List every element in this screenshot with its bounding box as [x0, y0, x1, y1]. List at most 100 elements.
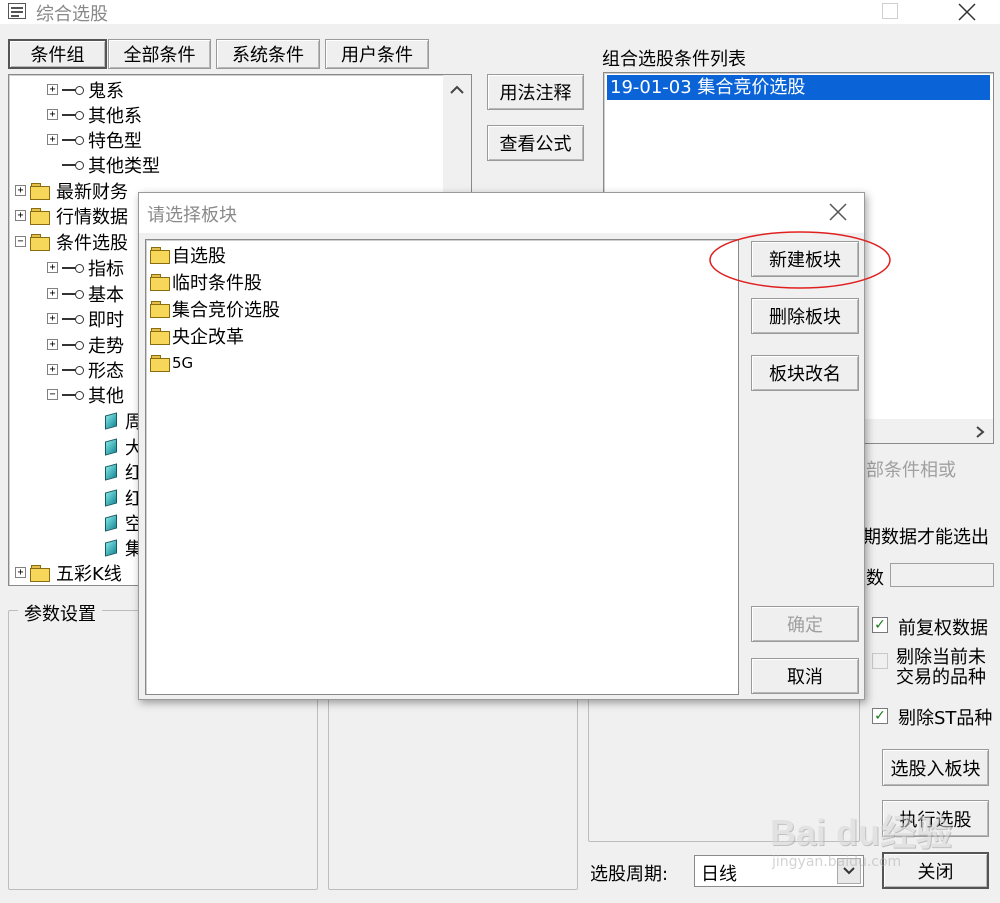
tree-item[interactable]: + 鬼系: [47, 77, 124, 102]
tree-folder[interactable]: + 最新财务: [15, 178, 128, 203]
condition-icon: [62, 110, 84, 120]
window-title: 综合选股: [36, 4, 108, 25]
block-item[interactable]: 央企改革: [150, 323, 244, 348]
condition-icon: [62, 289, 84, 299]
close-button[interactable]: 关闭: [882, 852, 989, 889]
dialog-title: 请选择板块: [147, 205, 237, 226]
tree-item[interactable]: + 基本: [47, 281, 124, 306]
tree-folder[interactable]: + 行情数据: [15, 203, 128, 228]
period-select[interactable]: 日线: [694, 855, 864, 887]
tab-condition-group[interactable]: 条件组: [8, 39, 107, 69]
delete-block-button[interactable]: 删除板块: [751, 298, 859, 334]
tree-item[interactable]: + 即时: [47, 306, 124, 331]
condition-icon: [62, 135, 84, 145]
formula-icon: [105, 411, 117, 430]
expand-icon[interactable]: +: [47, 313, 58, 324]
tab-all-conditions[interactable]: 全部条件: [108, 39, 211, 69]
folder-icon: [150, 354, 170, 372]
expand-icon[interactable]: +: [47, 364, 58, 375]
tree-item[interactable]: − 其他: [47, 382, 124, 407]
dialog-close-icon[interactable]: [827, 201, 849, 223]
expand-icon[interactable]: +: [15, 210, 26, 221]
new-block-button[interactable]: 新建板块: [751, 241, 859, 277]
pre-restore-checkbox[interactable]: ✓: [872, 617, 888, 633]
expand-icon[interactable]: +: [47, 288, 58, 299]
lower-right-pane: [588, 698, 860, 842]
condition-icon: [62, 390, 84, 400]
lower-middle-pane: [328, 698, 578, 890]
dropdown-arrow-icon[interactable]: [837, 858, 861, 884]
select-to-block-button[interactable]: 选股入板块: [882, 749, 989, 786]
count-field: [890, 563, 994, 587]
tree-item[interactable]: 其他类型: [62, 152, 160, 177]
condition-icon: [62, 85, 84, 95]
tree-item[interactable]: + 走势: [47, 332, 124, 357]
block-item[interactable]: 自选股: [150, 242, 226, 267]
expand-icon[interactable]: +: [47, 84, 58, 95]
expand-icon[interactable]: +: [47, 262, 58, 273]
exclude-st-checkbox[interactable]: ✓: [872, 708, 888, 724]
tab-user-conditions[interactable]: 用户条件: [325, 39, 429, 69]
condition-icon: [62, 160, 84, 170]
rename-block-button[interactable]: 板块改名: [751, 355, 859, 391]
folder-icon: [150, 273, 170, 291]
folder-icon: [30, 564, 50, 582]
exclude-st-label: 剔除ST品种: [898, 708, 993, 729]
tree-folder[interactable]: − 条件选股: [15, 229, 128, 254]
block-item[interactable]: 临时条件股: [150, 269, 262, 294]
condition-icon: [62, 365, 84, 375]
tree-item[interactable]: + 其他系: [47, 102, 142, 127]
tree-item[interactable]: + 特色型: [47, 127, 142, 152]
period-label: 选股周期:: [590, 864, 669, 885]
folder-icon: [150, 300, 170, 318]
title-bar: 综合选股: [0, 0, 1000, 25]
tab-system-conditions[interactable]: 系统条件: [216, 39, 320, 69]
exclude-untraded-label: 剔除当前未交易的品种: [896, 647, 986, 688]
condition-list-title: 组合选股条件列表: [602, 49, 746, 70]
block-list[interactable]: 自选股 临时条件股 集合竞价选股 央企改革 5G: [145, 239, 739, 695]
condition-icon: [62, 263, 84, 273]
expand-icon[interactable]: +: [47, 339, 58, 350]
condition-icon: [62, 314, 84, 324]
condition-icon: [62, 340, 84, 350]
block-item[interactable]: 5G: [150, 350, 193, 375]
cancel-button[interactable]: 取消: [751, 658, 859, 694]
formula-icon: [105, 538, 117, 557]
maximize-icon[interactable]: [882, 3, 898, 19]
params-title: 参数设置: [18, 600, 102, 626]
expand-icon[interactable]: +: [47, 134, 58, 145]
app-icon: [8, 3, 26, 19]
select-block-dialog: 请选择板块 自选股 临时条件股 集合竞价选股 央企改革 5G 新建板块 删除板块…: [138, 192, 865, 700]
all-conditions-or-label: 部条件相或: [866, 460, 956, 481]
scroll-right-icon[interactable]: [974, 425, 986, 439]
folder-icon: [30, 233, 50, 251]
block-item[interactable]: 集合竞价选股: [150, 296, 280, 321]
formula-icon: [105, 513, 117, 532]
tree-folder[interactable]: + 五彩K线: [15, 560, 122, 585]
folder-icon: [150, 246, 170, 264]
count-label: 数: [866, 568, 884, 589]
close-window-icon[interactable]: [955, 0, 979, 24]
usage-notes-button[interactable]: 用法注释: [487, 74, 584, 110]
list-item[interactable]: 19-01-03 集合竞价选股: [607, 75, 990, 100]
dialog-title-bar: 请选择板块: [139, 193, 864, 233]
data-note-label: 期数据才能选出: [863, 527, 989, 548]
collapse-icon[interactable]: −: [15, 236, 26, 247]
scroll-up-icon[interactable]: [449, 85, 465, 95]
view-formula-button[interactable]: 查看公式: [487, 125, 584, 161]
formula-icon: [105, 488, 117, 507]
formula-icon: [105, 437, 117, 456]
expand-icon[interactable]: +: [15, 567, 26, 578]
expand-icon[interactable]: +: [47, 109, 58, 120]
exclude-untraded-checkbox[interactable]: [872, 653, 888, 669]
formula-icon: [105, 462, 117, 481]
pre-restore-label: 前复权数据: [898, 618, 988, 639]
collapse-icon[interactable]: −: [47, 389, 58, 400]
tree-item[interactable]: + 形态: [47, 357, 124, 382]
folder-icon: [150, 327, 170, 345]
folder-icon: [30, 182, 50, 200]
tree-item[interactable]: + 指标: [47, 255, 124, 280]
expand-icon[interactable]: +: [15, 185, 26, 196]
confirm-button[interactable]: 确定: [751, 606, 859, 642]
execute-selection-button[interactable]: 执行选股: [882, 800, 989, 837]
